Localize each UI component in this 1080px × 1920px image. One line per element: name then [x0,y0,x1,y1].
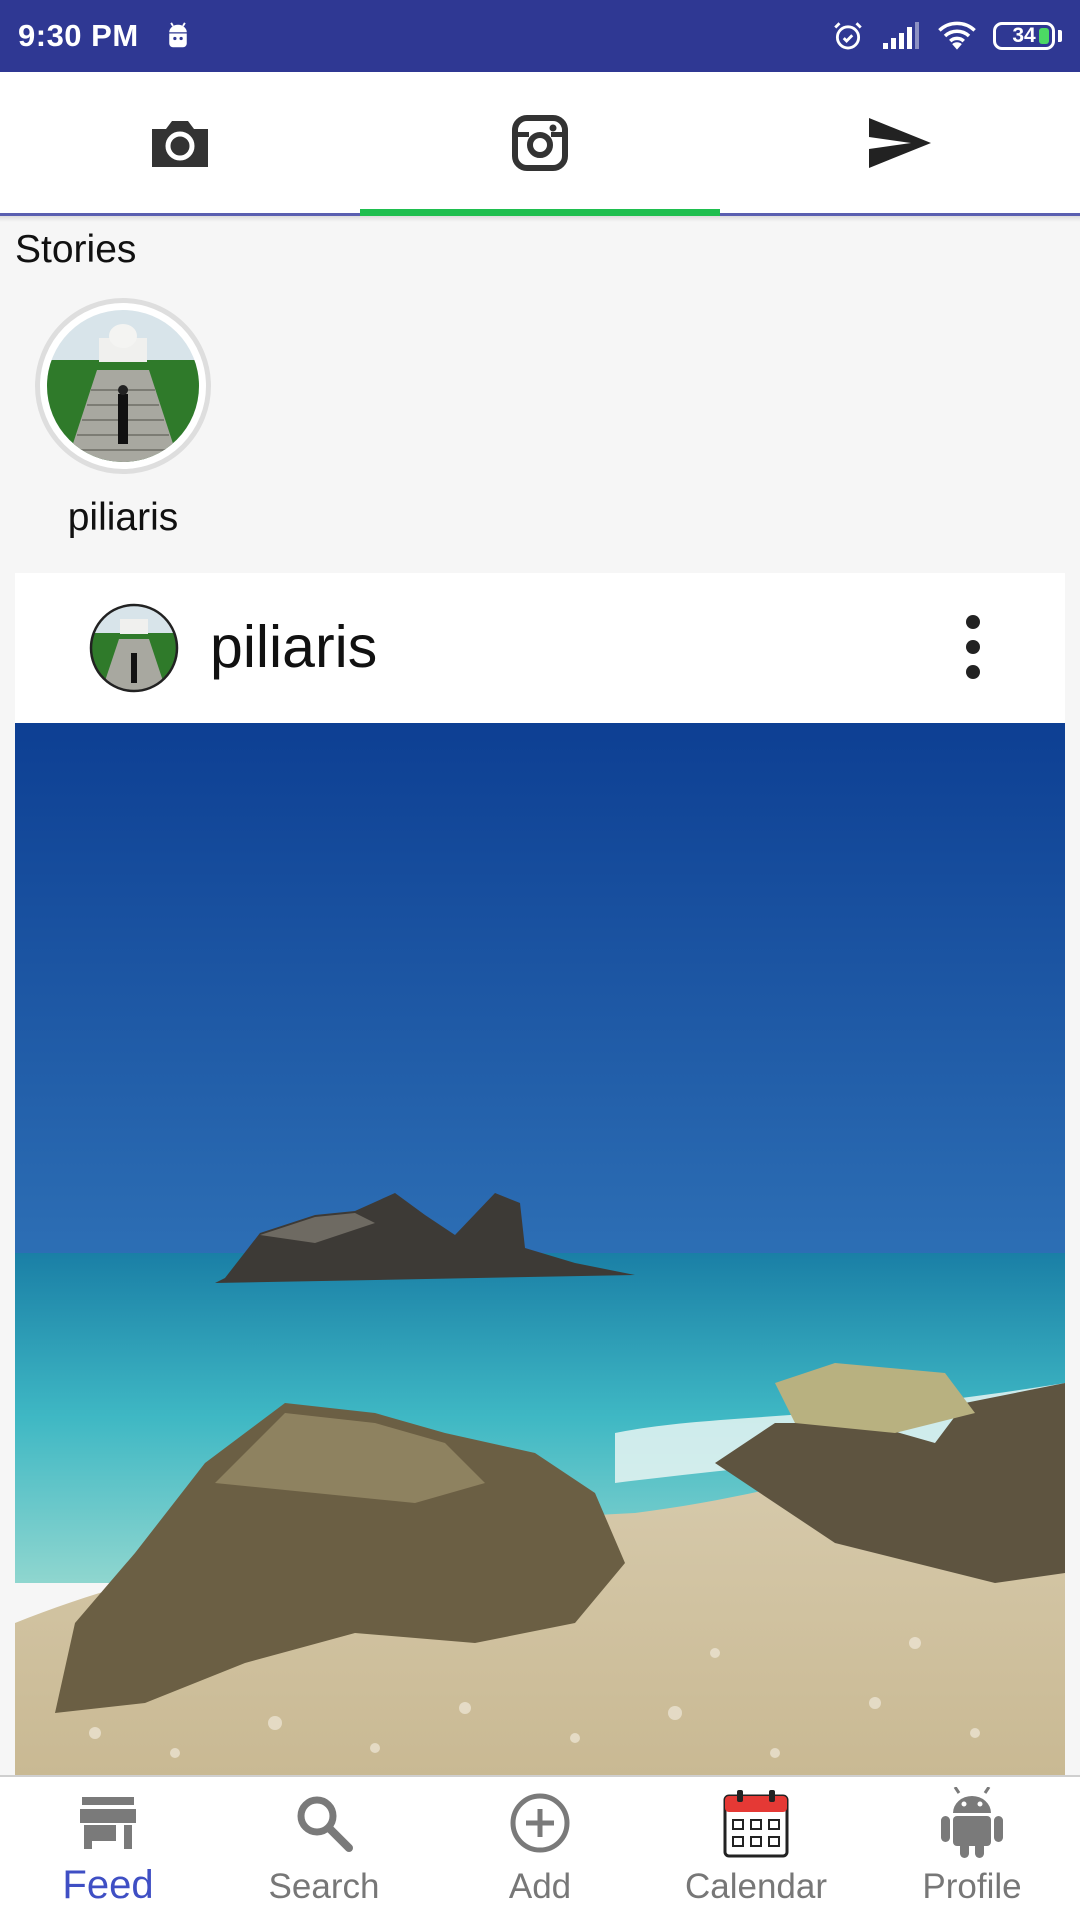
nav-item-search[interactable]: Search [216,1777,432,1920]
more-vertical-icon[interactable] [961,613,985,681]
add-circle-icon [510,1793,570,1853]
instagram-icon [512,114,568,171]
nav-label-calendar: Calendar [684,1867,828,1906]
post-header: piliaris [15,573,1065,723]
calendar-icon [723,1790,789,1858]
battery-tip [1058,30,1062,42]
nav-label-search: Search [268,1867,380,1906]
tab-bar-shadow [0,216,1080,222]
story-avatar [47,310,199,462]
status-icons: 34 [831,19,1062,53]
top-tab-bar [0,72,1080,216]
alarm-icon [834,22,862,50]
nav-item-add[interactable]: Add [432,1777,648,1920]
camera-icon [152,120,208,167]
post-username[interactable]: piliaris [210,613,377,681]
battery-level: 34 [1012,24,1036,47]
stories-heading: Stories [15,228,137,271]
android-icon [941,1787,1003,1858]
send-icon [869,117,931,168]
story-item[interactable]: piliaris [30,298,216,540]
post-avatar[interactable] [89,603,179,693]
search-icon [297,1796,353,1852]
store-icon [80,1797,136,1849]
post-image[interactable] [15,723,1065,1775]
bottom-navigation: Feed Search Add Calendar Profile [0,1775,1080,1920]
tab-camera[interactable] [0,72,360,213]
signal-icon [883,22,919,49]
battery-icon: 34 [993,22,1055,50]
nav-item-feed[interactable]: Feed [0,1777,216,1920]
nav-item-calendar[interactable]: Calendar [648,1777,864,1920]
post-photo [15,723,1065,1775]
nav-item-profile[interactable]: Profile [864,1777,1080,1920]
nav-label-profile: Profile [922,1867,1022,1906]
nav-label-add: Add [508,1867,572,1906]
wifi-icon [938,21,976,50]
status-bar: 9:30 PM 34 [0,0,1080,72]
tab-direct[interactable] [720,72,1080,213]
tab-feed[interactable] [360,72,720,216]
status-time: 9:30 PM [18,18,139,53]
story-username: piliaris [67,496,179,539]
nav-label-feed: Feed [62,1863,154,1907]
android-notification-icon [168,22,187,48]
story-ring [35,298,211,474]
